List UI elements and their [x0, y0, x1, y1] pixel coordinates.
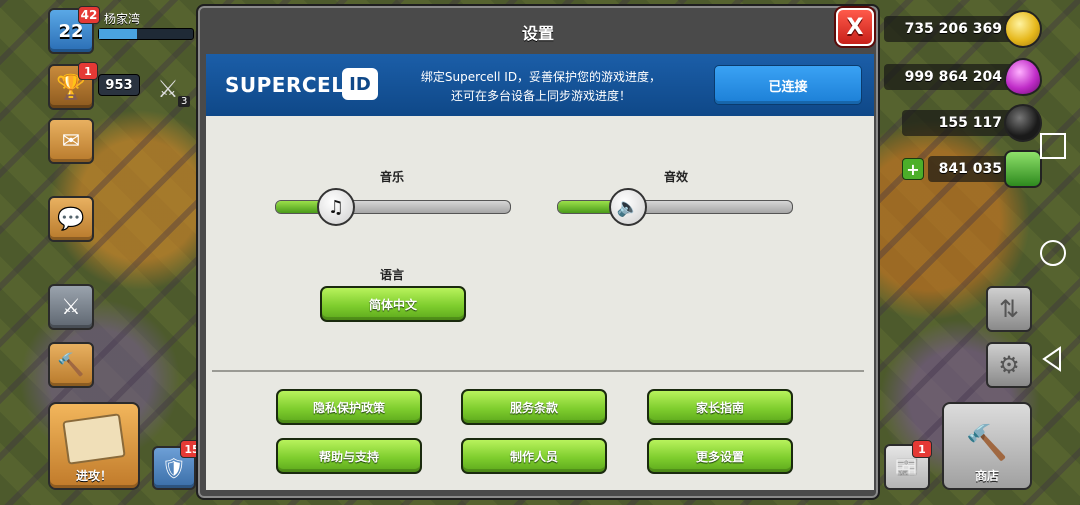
connected-button[interactable]: 已连接: [714, 65, 862, 105]
news-badge: 1: [912, 440, 932, 458]
gem-icon: [1004, 150, 1042, 188]
gems-amount: 841 035: [938, 161, 1002, 177]
clan-war-button[interactable]: ⚔: [48, 284, 94, 330]
shop-hammer-gold-icon: 🔨: [965, 423, 1009, 463]
dialog-title: 设置: [521, 24, 554, 43]
mail-button[interactable]: ✉: [48, 118, 94, 164]
credits-button[interactable]: 制作人员: [461, 438, 607, 474]
buy-gems-plus-button[interactable]: +: [902, 158, 924, 180]
builder-icon: 🔨: [57, 352, 85, 378]
attack-button[interactable]: 进攻！: [48, 402, 140, 490]
trophy-notification-badge: 1: [78, 62, 98, 80]
elixir-drop-icon: [1004, 58, 1042, 96]
android-recents-icon[interactable]: [1040, 133, 1066, 159]
shield-icon: 🛡: [161, 456, 187, 480]
more-settings-button[interactable]: 更多设置: [647, 438, 793, 474]
close-button[interactable]: X: [836, 8, 874, 46]
trophy-count: 953: [98, 74, 140, 96]
sfx-slider-track[interactable]: [557, 200, 793, 214]
sfx-slider-knob[interactable]: 🔈: [609, 188, 647, 226]
music-note-icon: ♫: [327, 196, 345, 218]
terms-of-service-button[interactable]: 服务条款: [461, 389, 607, 425]
music-slider-track[interactable]: [275, 200, 511, 214]
supercell-logo-text: SUPERCELL: [225, 73, 358, 97]
parents-guide-button[interactable]: 家长指南: [647, 389, 793, 425]
language-label: 语言: [379, 268, 404, 282]
crossed-swords-icon: ⚔: [61, 294, 81, 320]
dark-elixir-amount: 155 117: [938, 115, 1002, 131]
dark-elixir-icon: [1004, 104, 1042, 142]
supercell-desc-line1: 绑定Supercell ID，妥善保护您的游戏进度，: [420, 70, 662, 84]
elixir-amount: 999 864 204: [904, 69, 1002, 85]
newspaper-icon: 📰: [894, 455, 920, 479]
language-select-button[interactable]: 简体中文: [320, 286, 466, 322]
chat-bubble-icon: 💬: [57, 206, 85, 232]
gold-bar: 735 206 369: [884, 10, 1042, 48]
section-divider: [212, 370, 864, 372]
chat-button[interactable]: 💬: [48, 196, 94, 242]
supercell-id-description: 绑定Supercell ID，妥善保护您的游戏进度， 还可在多台设备上同步游戏进…: [388, 68, 694, 106]
speaker-icon: 🔈: [616, 196, 640, 218]
gear-icon: ⚙: [998, 351, 1020, 379]
shop-button[interactable]: 🔨 商店: [942, 402, 1032, 490]
gold-amount: 735 206 369: [904, 21, 1002, 37]
sfx-label: 音效: [663, 170, 688, 184]
settings-panel: [206, 116, 874, 490]
swap-arrows-icon: ⇅: [998, 295, 1020, 323]
privacy-policy-button[interactable]: 隐私保护政策: [276, 389, 422, 425]
supercell-desc-line2: 还可在多台设备上同步游戏进度！: [450, 89, 631, 103]
builder-button[interactable]: 🔨: [48, 342, 94, 388]
envelope-icon: ✉: [61, 128, 81, 154]
gold-coin-icon: [1004, 10, 1042, 48]
level-notification-badge: 42: [78, 6, 100, 24]
map-icon: [62, 413, 126, 465]
war-stars-count: 3: [178, 96, 191, 107]
settings-button[interactable]: ⚙: [986, 342, 1032, 388]
xp-progress-bar: [98, 28, 194, 40]
music-label: 音乐: [379, 170, 404, 184]
help-support-button[interactable]: 帮助与支持: [276, 438, 422, 474]
switch-village-button[interactable]: ⇅: [986, 286, 1032, 332]
music-slider-knob[interactable]: ♫: [317, 188, 355, 226]
player-name: 杨家湾: [104, 12, 141, 26]
shop-label: 商店: [974, 469, 999, 483]
attack-label: 进攻！: [75, 469, 112, 483]
android-back-icon[interactable]: [1040, 346, 1066, 372]
dark-elixir-bar: 155 117: [902, 104, 1042, 142]
elixir-bar: 999 864 204: [884, 58, 1042, 96]
gems-bar: 841 035: [928, 150, 1042, 188]
android-home-icon[interactable]: [1040, 240, 1066, 266]
supercell-id-logo: ID: [342, 68, 378, 100]
